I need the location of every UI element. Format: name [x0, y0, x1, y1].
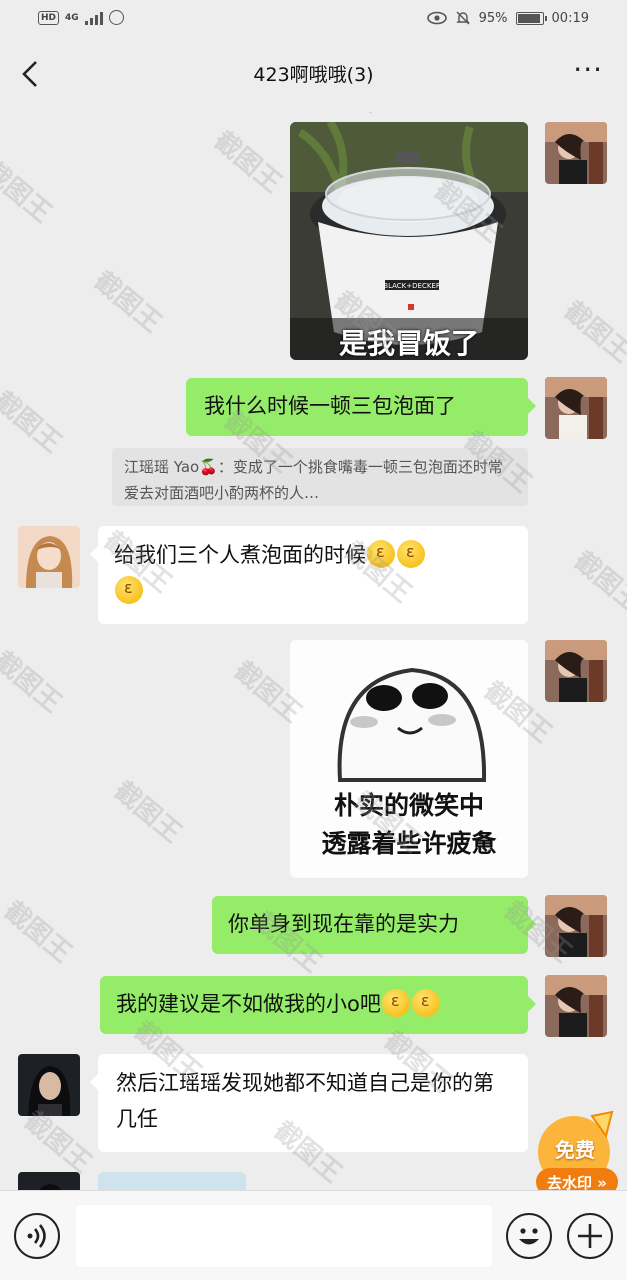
- image-message-meme[interactable]: 朴实的微笑中 透露着些许疲惫: [290, 640, 528, 878]
- kiss-emoji-icon: [397, 540, 425, 568]
- add-icon[interactable]: [567, 1213, 613, 1259]
- emoji-icon[interactable]: [506, 1213, 552, 1259]
- network-label: 4G: [65, 12, 79, 23]
- badge-free-label: 免费: [555, 1138, 595, 1162]
- chat-title: 423啊哦哦(3): [253, 64, 374, 86]
- quoted-message[interactable]: 江瑶瑶 Yao🍒：变成了一个挑食嘴毒一顿三包泡面还时常爱去对面酒吧小酌两杯的人…: [112, 448, 528, 506]
- image-caption-rice: 是我冒饭了: [338, 327, 479, 360]
- image-message-partial[interactable]: [98, 1172, 246, 1190]
- avatar-self[interactable]: [545, 640, 607, 702]
- watermark: 截图王: [567, 545, 627, 619]
- message-input[interactable]: [76, 1205, 492, 1267]
- voice-icon[interactable]: [14, 1213, 60, 1259]
- battery-fill: [517, 13, 540, 23]
- kiss-emoji-icon: [115, 576, 143, 604]
- signal-icon: [84, 11, 103, 25]
- avatar-self[interactable]: [545, 122, 607, 184]
- avatar-self[interactable]: [545, 377, 607, 439]
- received-message[interactable]: 然后江瑶瑶发现她都不知道自己是你的第几任: [90, 1054, 528, 1152]
- watermark: 截图王: [87, 265, 167, 339]
- meme-caption-line1: 朴实的微笑中: [333, 791, 484, 820]
- kiss-emoji-icon: [367, 540, 395, 568]
- avatar-friend-2[interactable]: [18, 1054, 80, 1116]
- watermark: 截图王: [0, 155, 57, 229]
- battery-icon: [515, 11, 547, 25]
- meme-caption-line2: 透露着些许疲惫: [321, 829, 497, 858]
- watermark: 截图王: [0, 895, 77, 969]
- watermark: 截图王: [207, 125, 287, 199]
- sent-message[interactable]: 我的建议是不如做我的小o吧: [100, 976, 536, 1034]
- eye-icon: [426, 11, 447, 25]
- avatar-self[interactable]: [545, 895, 607, 957]
- watermark: 截图王: [0, 385, 67, 459]
- battery-percent: 95%: [478, 10, 508, 26]
- sent-message[interactable]: 你单身到现在靠的是实力: [212, 896, 536, 954]
- avatar-friend-1[interactable]: [18, 526, 80, 588]
- avatar-self[interactable]: [545, 975, 607, 1037]
- image-message-rice-cooker[interactable]: BLACK+DECKER 是我冒饭了: [290, 122, 528, 360]
- watermark: 截图王: [0, 645, 67, 719]
- remove-watermark-badge[interactable]: 免费 去水印 »: [534, 1110, 620, 1200]
- nfc-icon: [108, 10, 124, 25]
- avatar-friend-2[interactable]: [18, 1172, 80, 1190]
- message-text: 给我们三个人煮泡面的时候: [114, 543, 366, 567]
- chat-area[interactable]: BLACK+DECKER 是我冒饭了 我什么时候一顿三包泡面了 江瑶瑶 Yao🍒…: [0, 112, 627, 1190]
- input-bar: [0, 1190, 627, 1280]
- sent-message[interactable]: 我什么时候一顿三包泡面了: [186, 378, 536, 436]
- more-dots-icon[interactable]: ···: [573, 56, 603, 84]
- watermark: 截图王: [307, 112, 391, 120]
- hd-badge: HD: [38, 10, 60, 25]
- chat-header: 423啊哦哦(3) ···: [0, 38, 627, 112]
- status-right: 95% 00:19: [426, 10, 589, 26]
- watermark: 截图王: [557, 295, 627, 369]
- mute-bell-icon: [455, 11, 470, 25]
- kiss-emoji-icon: [411, 989, 440, 1017]
- watermark: 截图王: [107, 775, 187, 849]
- clock: 00:19: [551, 10, 589, 26]
- rice-cooker-brand: BLACK+DECKER: [383, 282, 441, 290]
- status-bar: HD 4G 95% 00:19: [0, 0, 627, 38]
- status-left: HD 4G: [38, 10, 124, 25]
- message-text: 我的建议是不如做我的小o吧: [116, 992, 381, 1016]
- kiss-emoji-icon: [381, 989, 410, 1017]
- received-message[interactable]: 给我们三个人煮泡面的时候: [90, 526, 528, 624]
